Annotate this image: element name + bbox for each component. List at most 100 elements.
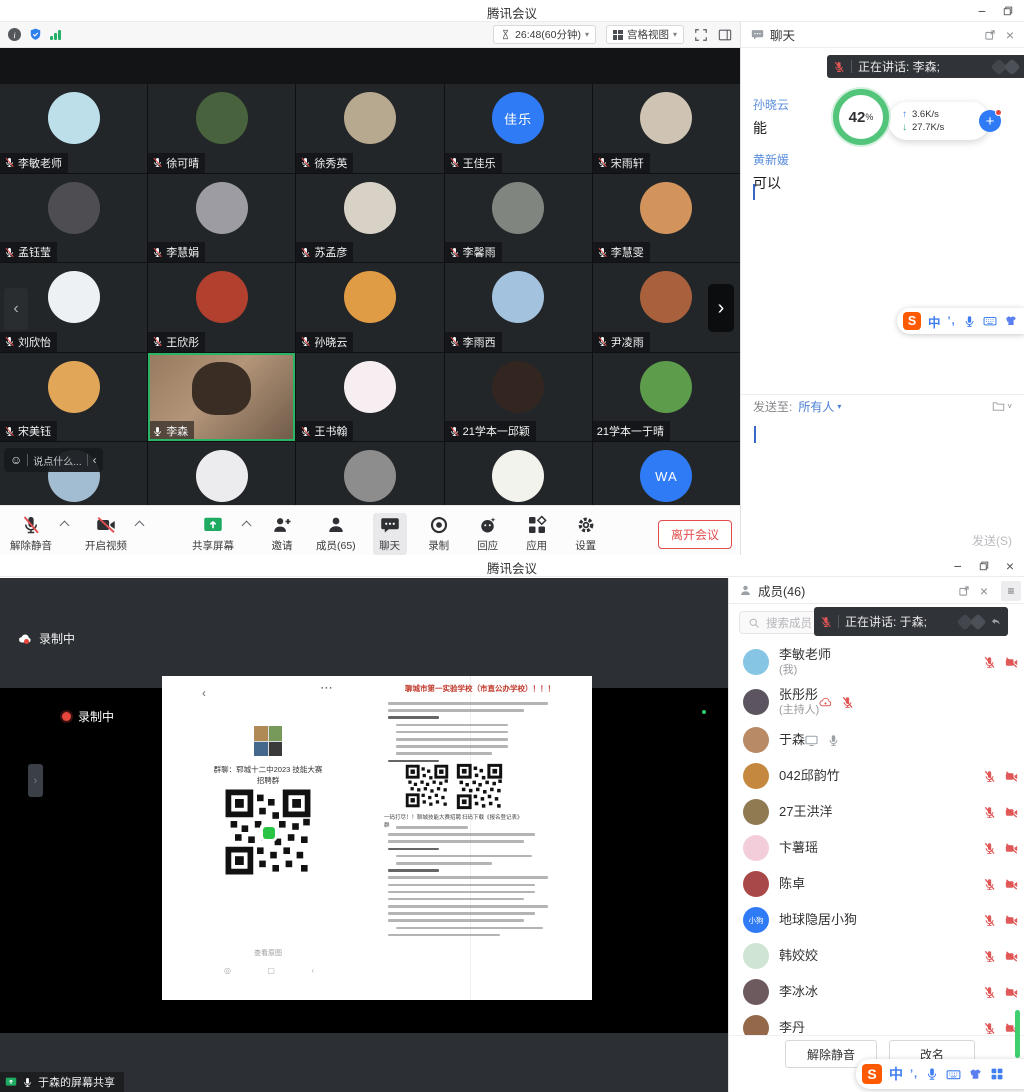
mic-muted-icon[interactable] xyxy=(983,878,996,891)
share-screen-button[interactable]: 共享屏幕 xyxy=(190,513,236,555)
side-panel-icon[interactable] xyxy=(718,28,732,42)
fullscreen-icon[interactable] xyxy=(694,28,708,42)
apps-button[interactable]: 应用 xyxy=(520,513,554,555)
ime-keyboard-icon[interactable] xyxy=(983,314,997,328)
more-icon[interactable]: ⋯ xyxy=(320,680,334,696)
member-row[interactable]: 李敏老师 (我) xyxy=(729,642,1024,682)
start-video-button[interactable]: 开启视频 xyxy=(83,513,129,555)
camera-off-icon[interactable] xyxy=(1005,986,1018,999)
restore-button[interactable] xyxy=(1002,5,1014,17)
ime-mic-icon[interactable] xyxy=(925,1067,939,1081)
ime-language-toggle[interactable]: 中 xyxy=(889,1064,903,1084)
ime-grid-icon[interactable] xyxy=(990,1067,1004,1081)
member-row[interactable]: 27王洪洋 xyxy=(729,794,1024,830)
participant-tile[interactable]: ☺ 说点什么... ‹ 孟钰莹 xyxy=(0,174,147,263)
mic-muted-icon[interactable] xyxy=(983,770,996,783)
close-icon[interactable]: × xyxy=(1006,27,1014,43)
participant-tile[interactable]: ☺ 说点什么... ‹ 李森 xyxy=(148,353,295,442)
volume-percent-widget[interactable]: 42% xyxy=(833,89,889,145)
participant-tile[interactable]: ☺ 说点什么... ‹ 李慧雯 xyxy=(593,174,740,263)
record-button[interactable]: 录制 xyxy=(422,513,456,555)
popout-icon[interactable] xyxy=(958,585,970,597)
member-row[interactable]: 陈卓 xyxy=(729,866,1024,902)
ime-toolbar[interactable]: S 中 ’, xyxy=(856,1059,1024,1089)
back-icon[interactable]: ‹ xyxy=(202,686,206,700)
mic-muted-icon[interactable] xyxy=(983,986,996,999)
member-row[interactable]: 小狗 地球隐居小狗 xyxy=(729,902,1024,938)
participant-tile[interactable]: ☺ 说点什么... ‹ 宋美钰 xyxy=(0,353,147,442)
participant-tile[interactable]: 佳乐 ☺ 说点什么... ‹ 王佳乐 xyxy=(445,84,592,173)
member-row[interactable]: 042邱韵竹 xyxy=(729,758,1024,794)
cloud-recording-icon[interactable] xyxy=(819,696,832,709)
smiley-icon[interactable]: ☺ xyxy=(10,453,22,467)
sogou-logo-icon[interactable]: S xyxy=(903,312,921,330)
member-row[interactable]: 于森 xyxy=(729,722,1024,758)
grid-page-prev-button[interactable]: ‹ xyxy=(4,288,28,330)
collapse-icon[interactable]: ‹ xyxy=(93,453,97,467)
ime-punctuation-icon[interactable]: ’, xyxy=(948,315,956,327)
mic-muted-icon[interactable] xyxy=(983,950,996,963)
participant-tile[interactable]: ☺ 说点什么... ‹ 王书翰 xyxy=(296,353,443,442)
member-row[interactable]: 韩姣姣 xyxy=(729,938,1024,974)
participant-tile[interactable]: ☺ 说点什么... ‹ 苏孟彦 xyxy=(296,174,443,263)
camera-off-icon[interactable] xyxy=(1005,914,1018,927)
viewer-toolbar[interactable]: ◎▢‹ xyxy=(224,966,314,975)
participant-tile[interactable]: ☺ 说点什么... ‹ 李馨雨 xyxy=(445,174,592,263)
popout-icon[interactable] xyxy=(984,29,996,41)
participant-tile[interactable]: ☺ 说点什么... ‹ 徐秀英 xyxy=(296,84,443,173)
sogou-logo-icon[interactable]: S xyxy=(862,1064,882,1084)
settings-button[interactable]: 设置 xyxy=(569,513,603,555)
participant-tile[interactable]: ☺ 说点什么... ‹ 李敏老师 xyxy=(0,84,147,173)
ime-mic-icon[interactable] xyxy=(963,315,976,328)
reaction-placeholder[interactable]: 说点什么... xyxy=(33,453,81,468)
ime-skin-icon[interactable] xyxy=(1004,314,1018,328)
camera-off-icon[interactable] xyxy=(1005,770,1018,783)
ime-skin-icon[interactable] xyxy=(968,1067,983,1082)
mic-options-caret[interactable] xyxy=(60,521,70,531)
collapsed-panel-handle[interactable]: › xyxy=(28,764,43,797)
member-row[interactable]: 张彤彤 (主持人) xyxy=(729,682,1024,722)
member-row[interactable]: 卞薯瑶 xyxy=(729,830,1024,866)
mic-muted-icon[interactable] xyxy=(983,1022,996,1035)
close-icon[interactable]: × xyxy=(1006,558,1014,574)
camera-off-icon[interactable] xyxy=(1005,656,1018,669)
minimize-button[interactable]: − xyxy=(978,3,986,19)
unmute-button[interactable]: 解除静音 xyxy=(8,513,54,555)
chat-history-button[interactable]: ˅ xyxy=(992,400,1012,413)
reactions-button[interactable]: 回应 xyxy=(471,513,505,555)
send-to-select[interactable]: 所有人 ▾ xyxy=(798,398,841,415)
ime-language-toggle[interactable]: 中 xyxy=(928,312,941,331)
camera-off-icon[interactable] xyxy=(1005,842,1018,855)
chat-button[interactable]: 聊天 xyxy=(373,513,407,555)
participant-tile[interactable]: ☺ 说点什么... ‹ 徐可晴 xyxy=(148,84,295,173)
participant-tile[interactable]: ☺ 说点什么... ‹ 李慧娟 xyxy=(148,174,295,263)
minimize-button[interactable]: − xyxy=(954,558,962,574)
mic-muted-icon[interactable] xyxy=(983,914,996,927)
members-button[interactable]: 成员(65) xyxy=(314,513,358,555)
camera-off-icon[interactable] xyxy=(1005,806,1018,819)
mic-muted-icon[interactable] xyxy=(983,842,996,855)
ime-punctuation-icon[interactable]: ’, xyxy=(910,1068,918,1080)
meeting-timer-chip[interactable]: 26:48(60分钟) ▾ xyxy=(493,25,596,44)
ime-keyboard-icon[interactable] xyxy=(946,1067,961,1082)
scrollbar-thumb[interactable] xyxy=(1015,1010,1020,1058)
participant-tile[interactable]: ☺ 说点什么... ‹ 宋雨轩 xyxy=(593,84,740,173)
network-signal-icon[interactable] xyxy=(50,29,61,40)
camera-off-icon[interactable] xyxy=(1005,950,1018,963)
send-button[interactable]: 发送(S) xyxy=(972,532,1012,549)
participant-tile[interactable]: ☺ 说点什么... ‹ 孙晓云 xyxy=(296,263,443,352)
mic-muted-icon[interactable] xyxy=(983,806,996,819)
hamburger-menu-icon[interactable]: ≡ xyxy=(1001,581,1021,601)
participant-tile[interactable]: ☺ 说点什么... ‹ 21学本一邱颖 xyxy=(445,353,592,442)
camera-off-icon[interactable] xyxy=(1005,878,1018,891)
ime-toolbar[interactable]: S 中 ’, xyxy=(897,308,1024,334)
add-widget-button[interactable]: + xyxy=(979,110,1001,132)
share-options-caret[interactable] xyxy=(242,521,252,531)
mic-on-icon[interactable] xyxy=(827,734,840,747)
mic-muted-icon[interactable] xyxy=(841,696,854,709)
leave-meeting-button[interactable]: 离开会议 xyxy=(658,520,732,549)
grid-page-next-button[interactable]: › xyxy=(708,284,734,332)
participant-tile[interactable]: ☺ 说点什么... ‹ 李雨西 xyxy=(445,263,592,352)
screen-share-icon[interactable] xyxy=(805,734,818,747)
mic-muted-icon[interactable] xyxy=(983,656,996,669)
